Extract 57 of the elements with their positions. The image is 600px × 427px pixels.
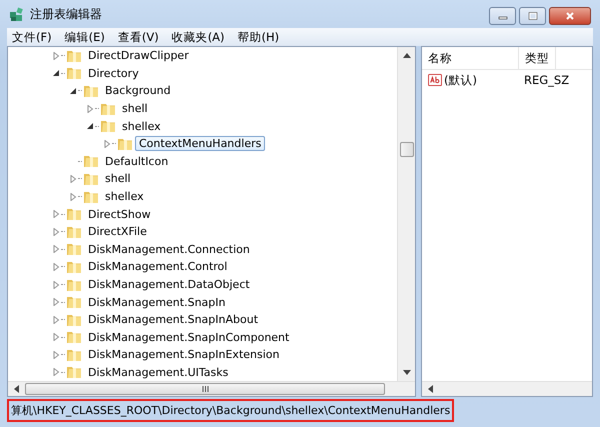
tree-item[interactable]: DiskManagement.DataObject	[84, 277, 254, 292]
tree-item[interactable]: Background	[101, 83, 175, 98]
close-icon	[565, 12, 575, 20]
scrollbar-thumb[interactable]	[400, 142, 414, 157]
scroll-left-icon[interactable]	[14, 385, 19, 393]
scrollbar-thumb[interactable]	[25, 383, 385, 395]
expander-arrow-icon[interactable]	[52, 69, 60, 78]
tree-item[interactable]: DiskManagement.Connection	[84, 242, 254, 257]
scroll-left-icon[interactable]	[428, 385, 433, 393]
column-header[interactable]: 名称	[422, 47, 519, 69]
maximize-icon	[528, 12, 538, 20]
tree-item[interactable]: DefaultIcon	[101, 154, 172, 169]
folder-icon	[66, 329, 82, 346]
tree-item[interactable]: DirectShow	[84, 206, 155, 222]
tree-item[interactable]: DiskManagement.SnapInAbout	[84, 312, 262, 328]
tree-item[interactable]: DiskManagement.SnapInComponent	[84, 330, 294, 345]
maximize-button[interactable]	[519, 7, 546, 25]
minimize-button[interactable]	[489, 7, 516, 25]
scroll-down-icon[interactable]	[402, 370, 410, 375]
tree-item[interactable]: shellex	[118, 118, 165, 134]
value-type: REG_SZ	[523, 73, 570, 87]
menu-item[interactable]: 编辑(E)	[64, 30, 105, 44]
tree-item[interactable]: DirectXFile	[84, 224, 151, 240]
tree-item[interactable]: DiskManagement.SnapIn	[84, 294, 230, 310]
tree-item[interactable]: DiskManagement.SnapInExtension	[84, 347, 284, 362]
column-header[interactable]: 类型	[519, 47, 556, 69]
folder-icon	[66, 294, 82, 310]
tree-item[interactable]: DirectDrawClipper	[84, 48, 193, 64]
folder-icon	[66, 65, 82, 82]
tree-item[interactable]: DiskManagement.Control	[84, 259, 232, 274]
menu-item[interactable]: 收藏夹(A)	[172, 30, 225, 44]
vertical-scrollbar[interactable]	[397, 47, 415, 381]
value-name[interactable]: (默认)	[444, 72, 477, 88]
tree-item[interactable]: shell	[101, 171, 135, 186]
close-button[interactable]	[549, 7, 591, 25]
folder-icon	[66, 364, 82, 380]
string-value-icon	[428, 74, 442, 86]
folder-icon	[83, 153, 99, 170]
menu-item[interactable]: 查看(V)	[118, 30, 159, 44]
tree-item[interactable]: shell	[118, 101, 152, 116]
key-path-text: 算机\HKEY_CLASSES_ROOT\Directory\Background\shellex\ContextMenuHandlers	[7, 398, 454, 422]
tree-item[interactable]: shellex	[101, 189, 148, 204]
menu-item[interactable]: 帮助(H)	[238, 30, 280, 44]
window-title: 注册表编辑器	[30, 6, 102, 22]
menu-item[interactable]: 文件(F)	[12, 30, 52, 44]
horizontal-scrollbar[interactable]	[8, 381, 415, 396]
tree-item[interactable]: DiskManagement.UITasks	[84, 364, 232, 380]
tree-item[interactable]: ContextMenuHandlers	[135, 136, 266, 152]
folder-icon	[100, 118, 116, 134]
tree-item[interactable]: Directory	[84, 66, 143, 81]
scroll-up-icon[interactable]	[402, 53, 410, 58]
expander-arrow-icon[interactable]	[86, 122, 94, 130]
grip-icon	[202, 386, 208, 392]
folder-icon	[66, 206, 82, 222]
registry-cubes-icon	[9, 6, 25, 22]
expander-arrow-icon[interactable]	[69, 86, 77, 95]
folder-icon	[66, 241, 82, 258]
